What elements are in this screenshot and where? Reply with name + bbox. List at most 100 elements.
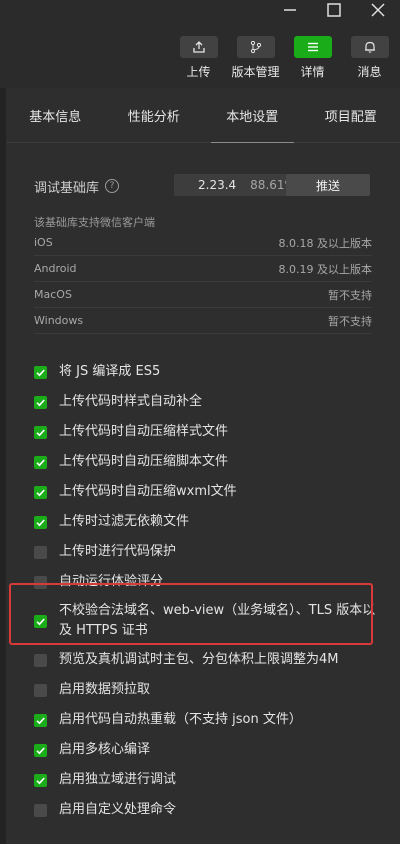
support-platform: MacOS [34,288,72,301]
toolbar-details[interactable]: 详情 [284,36,341,80]
option-compile-es5[interactable]: 将 JS 编译成 ES5 [34,357,384,387]
details-panel: 基本信息 性能分析 本地设置 项目配置 调试基础库 ? 2.23.4 88.61… [6,88,400,844]
checkbox[interactable] [34,713,47,727]
check-icon [36,746,45,754]
checkbox[interactable] [34,773,47,787]
check-icon [36,776,45,784]
tab-bar: 基本信息 性能分析 本地设置 项目配置 [6,88,400,143]
tab-local-settings[interactable]: 本地设置 [203,88,302,143]
toolbar-version-management[interactable]: 版本管理 [227,36,284,80]
option-label: 启用数据预拉取 [59,682,151,697]
checkbox[interactable] [34,575,47,589]
tab-project-config[interactable]: 项目配置 [302,88,400,142]
messages-label: 消息 [357,65,382,79]
support-platform: Windows [34,314,84,327]
details-button[interactable] [293,36,332,58]
checkbox[interactable] [34,425,47,439]
support-requirement: 暂不支持 [328,288,372,302]
maximize-icon [327,3,341,17]
upload-icon [192,41,205,53]
checkbox[interactable] [34,455,47,469]
option-label: 启用自定义处理命令 [59,802,177,817]
check-icon [36,518,45,526]
option-skip-domain-check[interactable]: 不校验合法域名、web-view（业务域名）、TLS 版本以及 HTTPS 证书 [34,597,384,645]
option-label: 上传代码时自动压缩脚本文件 [59,454,229,469]
check-icon [36,617,45,625]
option-independent-domain-debug[interactable]: 启用独立域进行调试 [34,765,384,795]
branch-icon [250,40,261,54]
support-platform: iOS [34,236,53,249]
checkbox[interactable] [34,614,47,628]
checkbox[interactable] [34,653,47,667]
option-minify-wxml[interactable]: 上传代码时自动压缩wxml文件 [34,477,384,507]
option-label: 上传代码时样式自动补全 [59,394,203,409]
option-hot-reload[interactable]: 启用代码自动热重载（不支持 json 文件） [34,705,384,735]
checkbox[interactable] [34,395,47,409]
option-filter-unused-files[interactable]: 上传时过滤无依赖文件 [34,507,384,537]
option-multicore-compile[interactable]: 启用多核心编译 [34,735,384,765]
option-label: 上传时进行代码保护 [59,544,177,559]
option-label: 启用多核心编译 [59,742,151,757]
checkbox[interactable] [34,485,47,499]
support-row-android: Android 8.0.19 及以上版本 [34,256,372,282]
base-library-label: 调试基础库 [34,180,100,196]
option-minify-styles[interactable]: 上传代码时自动压缩样式文件 [34,417,384,447]
checkbox[interactable] [34,803,47,817]
support-list: iOS 8.0.18 及以上版本 Android 8.0.19 及以上版本 Ma… [34,230,372,334]
option-code-protection[interactable]: 上传时进行代码保护 [34,537,384,567]
version-management-label: 版本管理 [231,65,280,79]
option-data-prefetch[interactable]: 启用数据预拉取 [34,675,384,705]
settings-options: 将 JS 编译成 ES5 上传代码时样式自动补全 上传代码时自动压缩样式文件 上… [34,357,384,825]
toolbar-upload[interactable]: 上传 [170,36,227,80]
checkbox[interactable] [34,743,47,757]
support-requirement: 8.0.19 及以上版本 [278,262,372,276]
option-label: 上传时过滤无依赖文件 [59,514,190,529]
option-4m-limit[interactable]: 预览及真机调试时主包、分包体积上限调整为4M [34,645,384,675]
option-label: 上传代码时自动压缩样式文件 [59,424,229,439]
check-icon [36,368,45,376]
option-label: 将 JS 编译成 ES5 [59,364,161,379]
support-requirement: 8.0.18 及以上版本 [278,236,372,250]
messages-button[interactable] [350,36,389,58]
minimize-button[interactable] [268,0,312,20]
upload-label: 上传 [186,65,211,79]
checkbox[interactable] [34,515,47,529]
version-management-button[interactable] [236,36,275,58]
base-library-row: 调试基础库 ? 2.23.4 88.61% 推送 [34,174,374,198]
support-title: 该基础库支持微信客户端 [34,216,155,229]
checkbox[interactable] [34,683,47,697]
option-custom-commands[interactable]: 启用自定义处理命令 [34,795,384,825]
option-style-autoprefix[interactable]: 上传代码时样式自动补全 [34,387,384,417]
toolbar: 上传 版本管理 详情 消息 [170,36,398,80]
push-button[interactable]: 推送 [286,174,370,196]
tab-performance-analysis[interactable]: 性能分析 [105,88,204,142]
maximize-button[interactable] [312,0,356,20]
option-label: 启用独立域进行调试 [59,772,177,787]
checkbox[interactable] [34,545,47,559]
upload-button[interactable] [179,36,218,58]
option-label: 预览及真机调试时主包、分包体积上限调整为4M [59,652,339,667]
toolbar-messages[interactable]: 消息 [341,36,398,80]
option-auto-audit[interactable]: 自动运行体验评分 [34,567,384,597]
option-minify-scripts[interactable]: 上传代码时自动压缩脚本文件 [34,447,384,477]
help-icon[interactable]: ? [105,179,120,193]
check-icon [36,458,45,466]
option-label: 上传代码时自动压缩wxml文件 [59,484,237,499]
option-label: 自动运行体验评分 [59,574,164,589]
base-library-version: 2.23.4 [198,178,237,192]
support-row-macos: MacOS 暂不支持 [34,282,372,308]
support-row-ios: iOS 8.0.18 及以上版本 [34,230,372,256]
window-controls [268,0,400,20]
support-requirement: 暂不支持 [328,314,372,328]
check-icon [36,428,45,436]
close-button[interactable] [356,0,400,20]
check-icon [36,398,45,406]
tab-basic-info[interactable]: 基本信息 [6,88,105,142]
checkbox[interactable] [34,365,47,379]
close-icon [371,3,385,17]
details-label: 详情 [300,65,325,79]
minimize-icon [284,9,296,11]
bell-icon [364,41,375,53]
support-row-windows: Windows 暂不支持 [34,308,372,334]
support-platform: Android [34,262,77,275]
